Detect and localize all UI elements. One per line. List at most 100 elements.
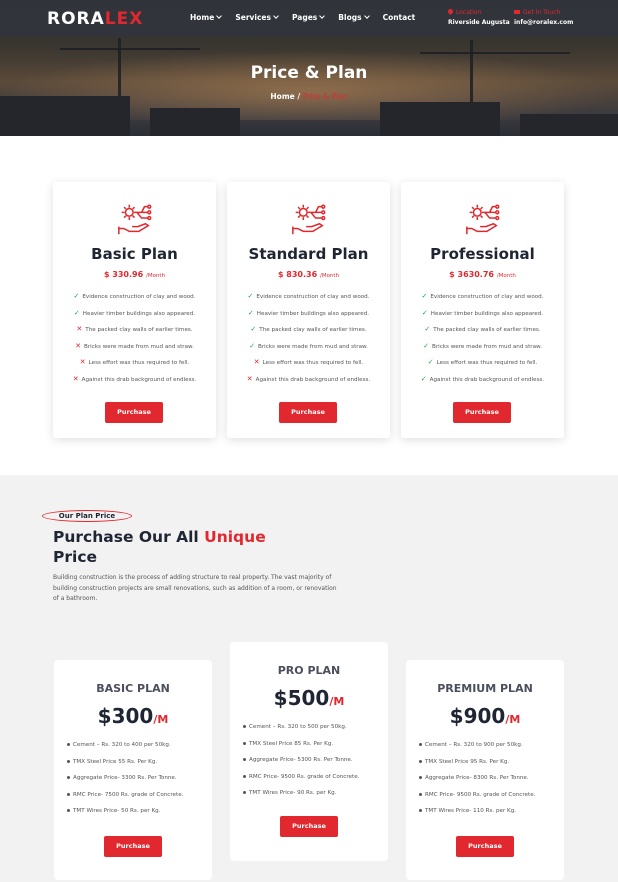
plan-feature-text: The packed clay walls of earlier times. (259, 327, 367, 333)
chevron-down-icon (273, 13, 279, 19)
plan-feature: ✕ Against this drab background of endless… (53, 375, 216, 383)
plan-feature: ✕ Less effort was thus required to fell. (227, 358, 390, 366)
plan-feature-text: Less effort was thus required to fell. (88, 360, 190, 366)
mail-icon (514, 10, 520, 14)
cross-icon: ✕ (246, 374, 253, 383)
crane-jib (420, 52, 570, 54)
heading-part-1: Purchase Our All (53, 528, 205, 546)
price-feature: TMX Steel Price 95 Rs. Per Kg. (419, 759, 509, 765)
plan-card: Basic Plan $ 330.96 /Month ✓ Evidence const… (53, 182, 216, 438)
building-silhouette (380, 102, 500, 136)
chevron-down-icon (216, 13, 223, 19)
plan-feature-text: Bricks were made from mud and straw. (84, 343, 194, 350)
plan-feature: ✓ Heavier timber buildings also appeared. (53, 309, 216, 317)
price-feature: RMC Price- 7500 Rs. grade of Concrete. (67, 792, 183, 798)
plan-feature: ✓ Less effort was thus required to fell. (401, 358, 564, 366)
price-value: $500 (273, 686, 330, 710)
nav-home[interactable]: Home (190, 13, 223, 22)
price-feature: Aggregate Price- 8300 Rs. Per Tonne. (419, 775, 529, 781)
price-feature: Cement – Rs. 320 to 500 per 50kg. (243, 724, 347, 730)
plan-feature: ✓ The packed clay walls of earlier times. (227, 325, 390, 333)
plan-feature-text: Bricks were made from mud and straw. (258, 343, 368, 350)
plan-feature-text: Heavier timber buildings also appeared. (430, 310, 544, 317)
check-icon: ✓ (427, 358, 434, 366)
plan-feature-text: Against this drab background of endless. (255, 376, 371, 383)
price-value: $900 (449, 704, 506, 728)
plan-name: Basic Plan (91, 245, 178, 263)
price-unit: /M (505, 713, 521, 726)
check-icon: ✓ (247, 292, 254, 300)
price-feature: TMX Steel Price 55 Rs. Per Kg. (67, 759, 157, 765)
chevron-down-icon (319, 13, 326, 19)
section-heading: Purchase Our All Unique Price (53, 527, 283, 567)
plan-feature: ✓ Evidence construction of clay and wood. (53, 292, 216, 300)
price-card-name: BASIC PLAN (96, 682, 170, 695)
contact-label: Get In Touch (523, 9, 561, 16)
price-card-name: PREMIUM PLAN (437, 682, 533, 695)
plan-feature: ✓ Bricks were made from mud and straw. (227, 342, 390, 350)
plan-price-period: /Month (496, 273, 516, 279)
price-card-price: $300/M (54, 704, 212, 728)
section-tag: Our Plan Price (42, 510, 132, 522)
plan-feature-text: The packed clay walls of earlier times. (433, 327, 541, 333)
plan-name: Professional (430, 245, 535, 263)
plan-price-value: $ 830.36 (277, 270, 318, 279)
check-icon: ✓ (423, 341, 429, 350)
purchase-button[interactable]: Purchase (280, 816, 338, 837)
check-icon: ✓ (421, 292, 428, 300)
hero-banner: RORALEX Home Services Pages Blogs Contac… (0, 0, 618, 136)
plan-feature-text: Against this drab background of endless. (81, 376, 197, 383)
nav-pages[interactable]: Pages (292, 13, 326, 22)
cross-icon: ✕ (79, 358, 86, 366)
price-feature: TMT Wires Price- 90 Rs. per Kg. (243, 790, 336, 796)
price-feature: Aggregate Price- 5300 Rs. Per Tonne. (243, 757, 353, 763)
purchase-button[interactable]: Purchase (105, 402, 163, 423)
breadcrumb-home[interactable]: Home (270, 92, 294, 101)
nav-blogs-label: Blogs (338, 13, 362, 22)
crane-jib (60, 48, 200, 50)
nav-contact[interactable]: Contact (383, 13, 416, 22)
section-description: Building construction is the process of … (53, 574, 337, 602)
plan-price: $ 3630.76 /Month (401, 270, 564, 279)
logo-text-white: RORA (47, 9, 105, 29)
plan-price: $ 830.36 /Month (227, 270, 390, 279)
plan-feature: ✓ The packed clay walls of earlier times. (401, 325, 564, 333)
price-card-price: $500/M (230, 686, 388, 710)
page-title: Price & Plan (250, 63, 368, 83)
check-icon: ✓ (420, 374, 427, 383)
purchase-button[interactable]: Purchase (456, 836, 514, 857)
purchase-button[interactable]: Purchase (104, 836, 162, 857)
construction-plan-icon (290, 200, 328, 238)
building-silhouette (0, 96, 130, 136)
cross-icon: ✕ (75, 341, 81, 350)
nav-services[interactable]: Services (235, 13, 279, 22)
building-silhouette (150, 108, 240, 136)
construction-plan-icon (116, 200, 154, 238)
plan-feature-text: Less effort was thus required to fell. (436, 360, 538, 366)
chevron-down-icon (363, 13, 370, 19)
plan-price-period: /Month (145, 273, 166, 279)
plan-feature: ✓ Evidence construction of clay and wood. (227, 292, 390, 300)
nav-pages-label: Pages (292, 13, 318, 22)
construction-plan-icon (464, 200, 502, 238)
price-card-price: $900/M (406, 704, 564, 728)
site-logo[interactable]: RORALEX (47, 9, 143, 29)
plan-feature: ✓ Against this drab background of endless… (401, 375, 564, 383)
plan-feature-text: Heavier timber buildings also appeared. (256, 310, 370, 317)
price-card-name: PRO PLAN (277, 664, 341, 677)
email-link[interactable]: info@roralex.com (514, 18, 573, 28)
price-feature: Aggregate Price- 3300 Rs. Per Tonne. (67, 775, 177, 781)
plan-feature: ✕ Against this drab background of endless… (227, 375, 390, 383)
purchase-button[interactable]: Purchase (453, 402, 511, 423)
plan-feature: ✕ Bricks were made from mud and straw. (53, 342, 216, 350)
price-feature: RMC Price- 9500 Rs. grade of Concrete. (243, 774, 359, 780)
purchase-button[interactable]: Purchase (279, 402, 337, 423)
plan-feature-text: The packed clay walls of earlier times. (85, 327, 193, 333)
plan-feature-text: Bricks were made from mud and straw. (432, 343, 542, 350)
price-feature: RMC Price- 9500 Rs. grade of Concrete. (419, 792, 535, 798)
price-card: PRO PLAN $500/M Cement – Rs. 320 to 500 pe… (230, 642, 388, 861)
price-feature: TMT Wires Price- 50 Rs. per Kg. (67, 808, 160, 814)
building-silhouette (520, 114, 618, 136)
nav-blogs[interactable]: Blogs (338, 13, 370, 22)
plan-name: Standard Plan (248, 245, 369, 263)
